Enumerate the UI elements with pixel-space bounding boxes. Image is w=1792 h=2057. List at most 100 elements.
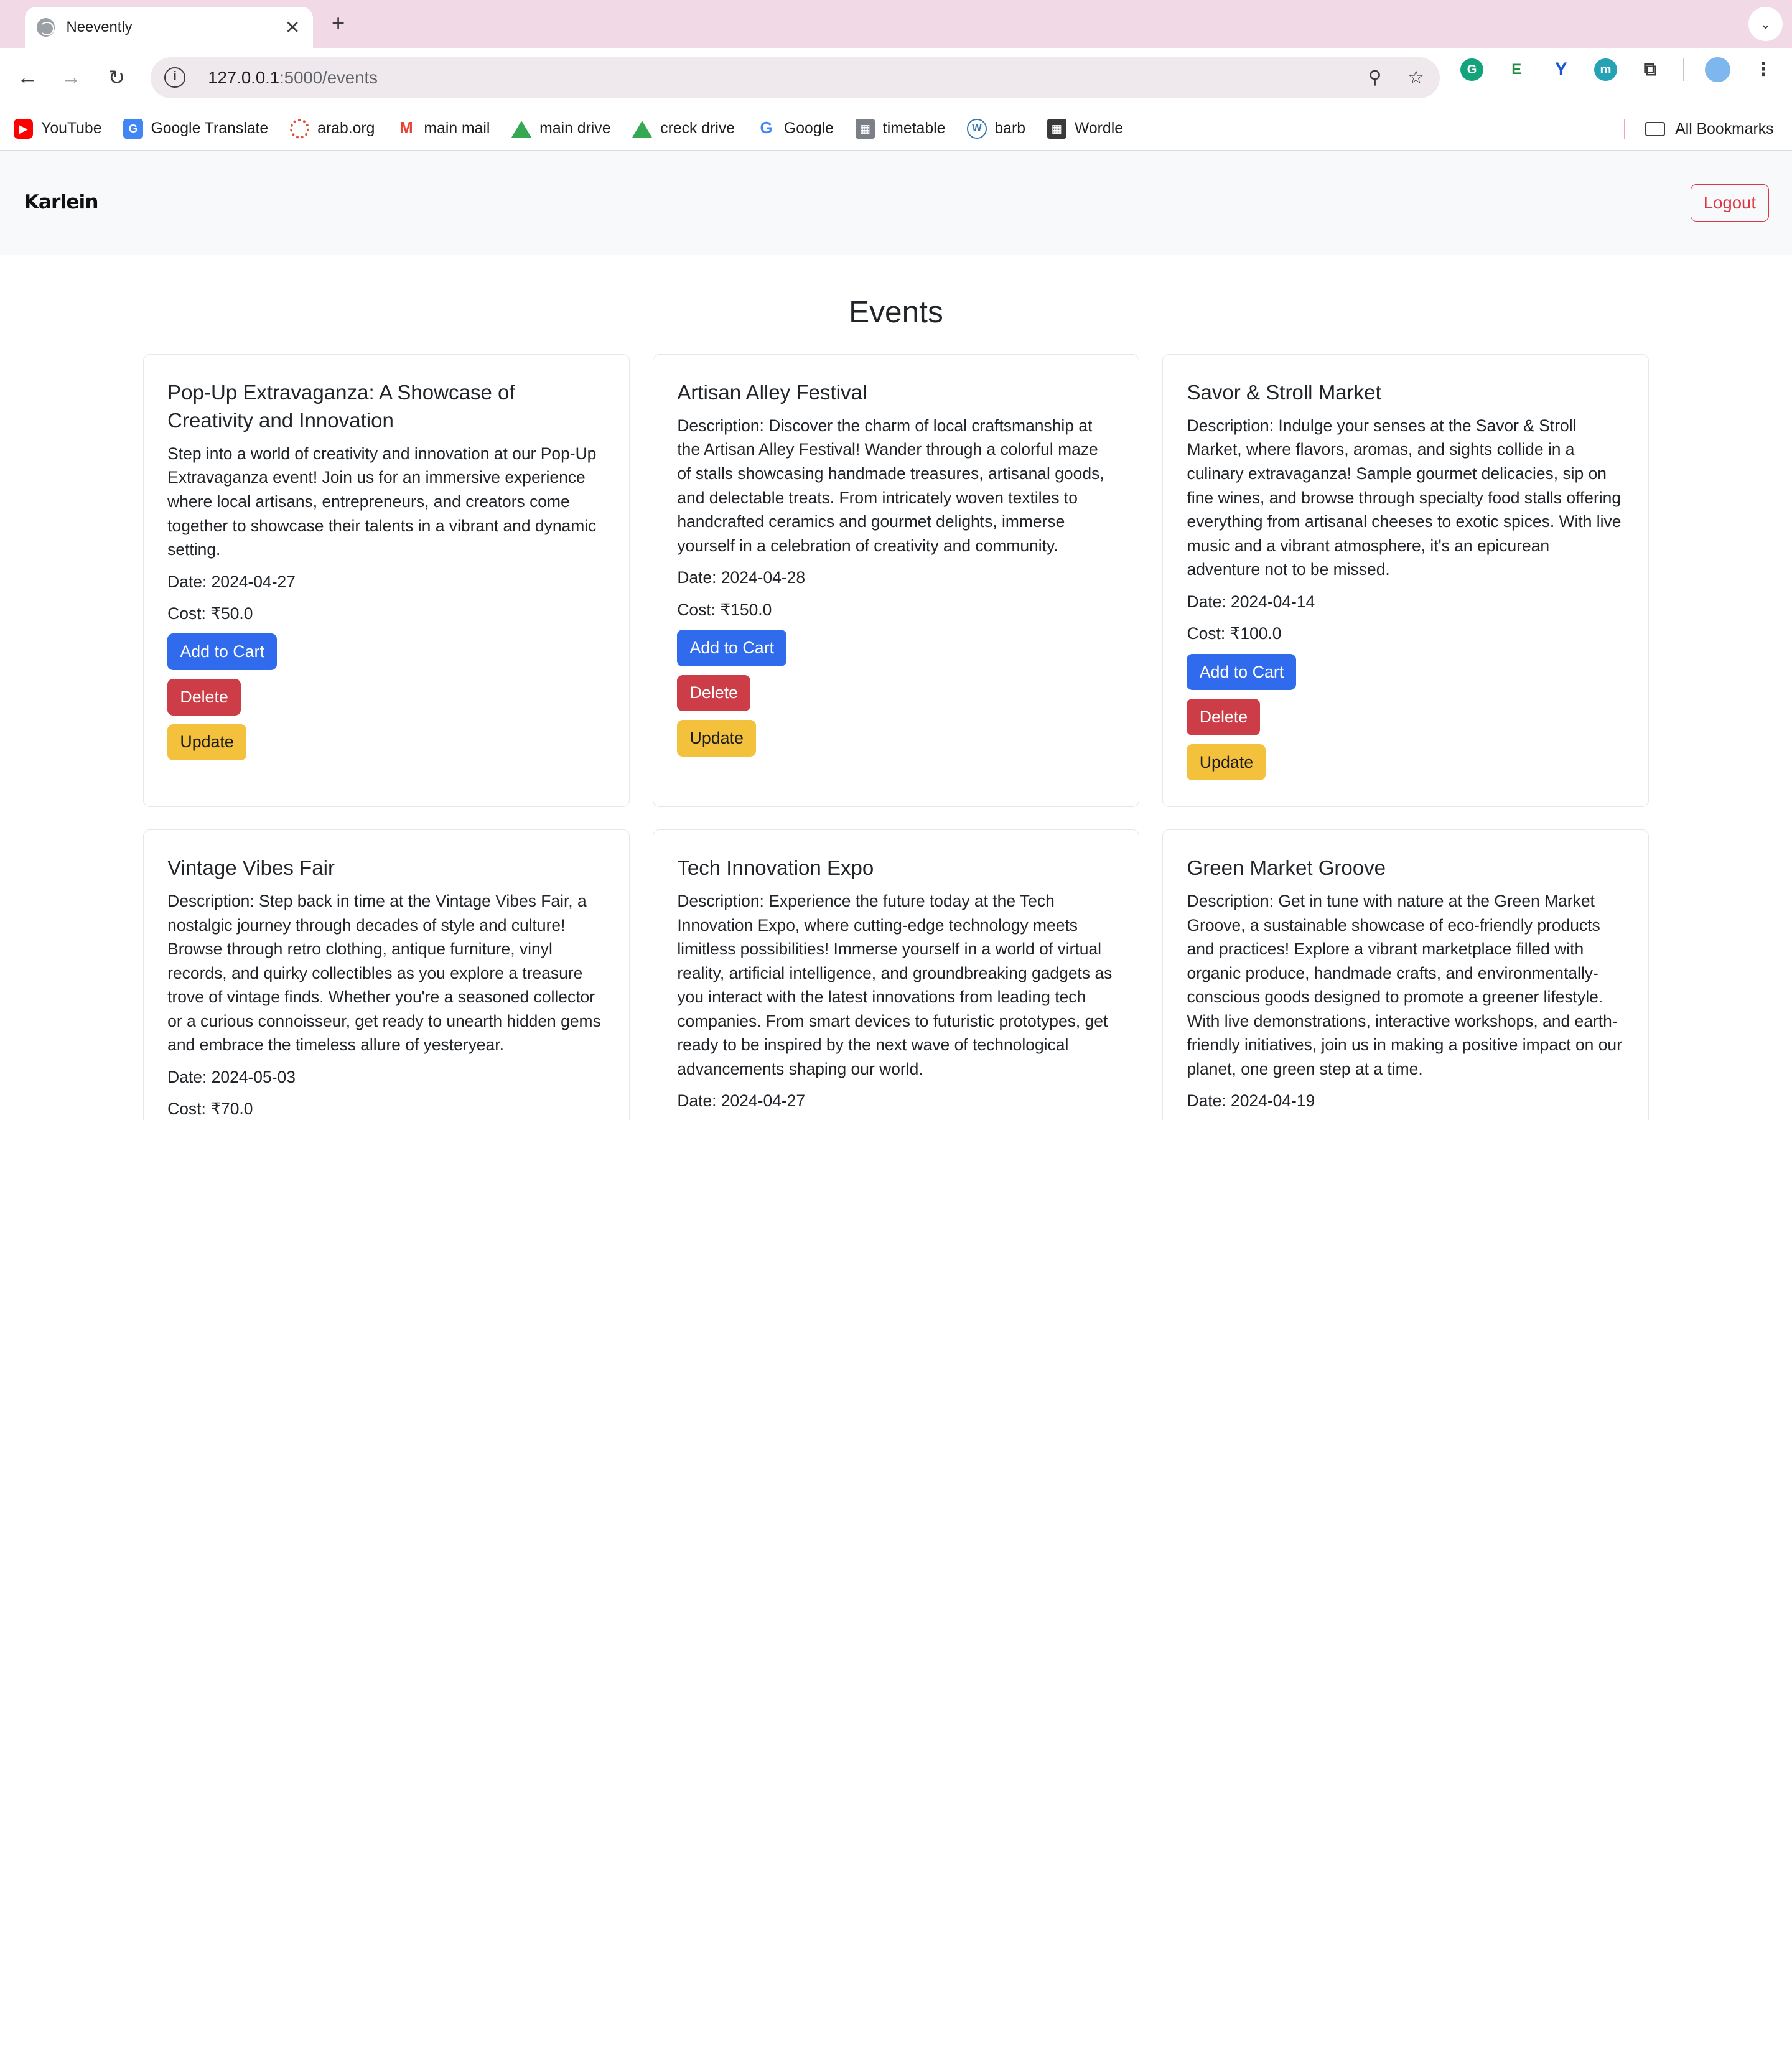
bookmark-creck-drive[interactable]: creck drive	[632, 120, 735, 138]
event-title: Green Market Groove	[1187, 856, 1386, 880]
update-button[interactable]: Update	[1187, 744, 1266, 781]
event-date: Date: 2024-04-28	[677, 568, 806, 587]
event-cost: Cost: ₹50.0	[167, 604, 253, 623]
event-date: Date: 2024-04-14	[1187, 592, 1315, 611]
bookmark-main-drive[interactable]: main drive	[511, 120, 610, 138]
site-info-icon[interactable]: i	[164, 67, 185, 88]
address-bar[interactable]: i 127.0.0.1:5000/events ⚲ ☆	[151, 57, 1440, 98]
browser-tab-strip: Neevently ✕ + ⌄	[0, 0, 1792, 49]
bookmark-label: YouTube	[41, 120, 102, 138]
bookmark-timetable[interactable]: ▦ timetable	[855, 119, 946, 139]
add-to-cart-button[interactable]: Add to Cart	[167, 633, 278, 671]
event-date: Date: 2024-04-19	[1187, 1091, 1315, 1111]
profile-avatar-icon[interactable]	[1705, 57, 1730, 83]
folder-icon	[1645, 121, 1665, 137]
event-date: Date: 2024-04-27	[167, 572, 296, 591]
extension-e-icon[interactable]: E	[1505, 58, 1528, 82]
delete-button[interactable]: Delete	[1187, 699, 1261, 735]
event-card: Artisan Alley Festival Description: Disc…	[652, 354, 1140, 807]
all-bookmarks-label: All Bookmarks	[1675, 120, 1774, 138]
event-card: Tech Innovation Expo Description: Experi…	[652, 829, 1140, 1120]
add-to-cart-button[interactable]: Add to Cart	[677, 630, 787, 666]
event-cost: Cost: ₹150.0	[677, 600, 772, 619]
forward-arrow-icon[interactable]: →	[52, 60, 89, 96]
url-host: 127.0.0.1	[208, 67, 280, 87]
bookmarks-bar: ▶ YouTube G Google Translate arab.org M …	[0, 107, 1792, 151]
event-card: Savor & Stroll Market Description: Indul…	[1162, 354, 1650, 807]
bookmark-google[interactable]: G Google	[756, 119, 834, 139]
event-description: Description: Step back in time at the Vi…	[167, 891, 601, 1055]
grammarly-icon[interactable]: G	[1460, 58, 1484, 82]
page: Neevently ✕ + ⌄ ← → ↻ i 127.0.0.1:5000/e…	[0, 0, 1792, 1120]
wordpress-icon: W	[967, 119, 987, 139]
event-description: Description: Experience the future today…	[677, 891, 1113, 1079]
event-date: Date: 2024-05-03	[167, 1067, 296, 1086]
bookmark-label: main mail	[424, 120, 490, 138]
bookmark-wordle[interactable]: ▦ Wordle	[1047, 119, 1123, 139]
bookmarks-divider	[1623, 119, 1625, 140]
reload-icon[interactable]: ↻	[98, 60, 135, 96]
youtube-icon: ▶	[14, 119, 34, 139]
event-date: Date: 2024-04-27	[677, 1091, 806, 1111]
url-text[interactable]: 127.0.0.1:5000/events	[208, 68, 1344, 88]
back-arrow-icon[interactable]: ←	[9, 60, 46, 96]
event-card: Pop-Up Extravaganza: A Showcase of Creat…	[142, 354, 630, 807]
bookmark-arab-org[interactable]: arab.org	[290, 119, 375, 139]
toolbar-divider	[1683, 58, 1685, 82]
add-to-cart-button[interactable]: Add to Cart	[1187, 653, 1297, 691]
update-button[interactable]: Update	[167, 724, 246, 761]
bookmark-main-mail[interactable]: M main mail	[396, 119, 490, 139]
event-title: Pop-Up Extravaganza: A Showcase of Creat…	[167, 381, 515, 432]
extension-m-icon[interactable]: m	[1594, 58, 1617, 82]
google-drive-icon	[632, 121, 653, 138]
bookmark-label: barb	[994, 120, 1025, 138]
event-card: Vintage Vibes Fair Description: Step bac…	[142, 829, 630, 1120]
event-description: Description: Indulge your senses at the …	[1187, 416, 1622, 579]
event-title: Savor & Stroll Market	[1187, 381, 1381, 404]
bookmark-label: timetable	[882, 120, 946, 138]
google-icon: G	[756, 119, 777, 139]
bookmark-label: creck drive	[660, 120, 735, 138]
building-icon: ▦	[855, 119, 875, 139]
new-tab-icon[interactable]: +	[325, 11, 352, 39]
update-button[interactable]: Update	[677, 720, 757, 757]
bookmark-label: Google Translate	[151, 120, 269, 138]
close-tab-icon[interactable]: ✕	[284, 17, 302, 39]
all-bookmarks[interactable]: All Bookmarks	[1623, 119, 1774, 140]
event-description: Step into a world of creativity and inno…	[167, 444, 597, 559]
browser-toolbar: ← → ↻ i 127.0.0.1:5000/events ⚲ ☆ G E Y …	[0, 48, 1792, 108]
tab-title: Neevently	[66, 19, 133, 36]
extensions-area: G E Y m ⧉ ⋮	[1460, 57, 1775, 83]
gmail-icon: M	[396, 119, 416, 139]
event-title: Artisan Alley Festival	[677, 381, 867, 404]
tab-search-icon[interactable]: ⌄	[1748, 7, 1783, 42]
bookmark-label: arab.org	[317, 120, 375, 138]
page-title: Events	[849, 294, 943, 329]
google-translate-icon: G	[123, 119, 143, 139]
event-title: Vintage Vibes Fair	[167, 856, 335, 880]
bookmark-label: main drive	[539, 120, 611, 138]
bookmark-barb[interactable]: W barb	[967, 119, 1025, 139]
bookmark-label: Wordle	[1074, 120, 1123, 138]
delete-button[interactable]: Delete	[167, 679, 241, 716]
app-navbar: Karlein Logout	[0, 151, 1792, 255]
arab-org-icon	[290, 119, 310, 139]
url-path: :5000/events	[279, 67, 378, 87]
browser-tab[interactable]: Neevently ✕	[25, 7, 314, 49]
zoom-icon[interactable]: ⚲	[1365, 67, 1385, 88]
bookmark-star-icon[interactable]: ☆	[1406, 67, 1426, 88]
extension-y-icon[interactable]: Y	[1549, 58, 1573, 82]
delete-button[interactable]: Delete	[677, 674, 751, 712]
event-cost: Cost: ₹70.0	[167, 1099, 253, 1119]
brand-logo[interactable]: Karlein	[24, 191, 99, 213]
event-card: Green Market Groove Description: Get in …	[1162, 829, 1650, 1120]
bookmark-google-translate[interactable]: G Google Translate	[123, 119, 269, 139]
extensions-puzzle-icon[interactable]: ⧉	[1638, 58, 1662, 82]
browser-menu-icon[interactable]: ⋮	[1752, 58, 1775, 82]
google-drive-icon	[511, 121, 532, 138]
wordle-icon: ▦	[1047, 119, 1067, 139]
logout-button[interactable]: Logout	[1690, 184, 1770, 222]
event-description: Description: Discover the charm of local…	[677, 416, 1104, 555]
bookmark-youtube[interactable]: ▶ YouTube	[14, 119, 102, 139]
event-cost: Cost: ₹100.0	[1187, 624, 1282, 643]
